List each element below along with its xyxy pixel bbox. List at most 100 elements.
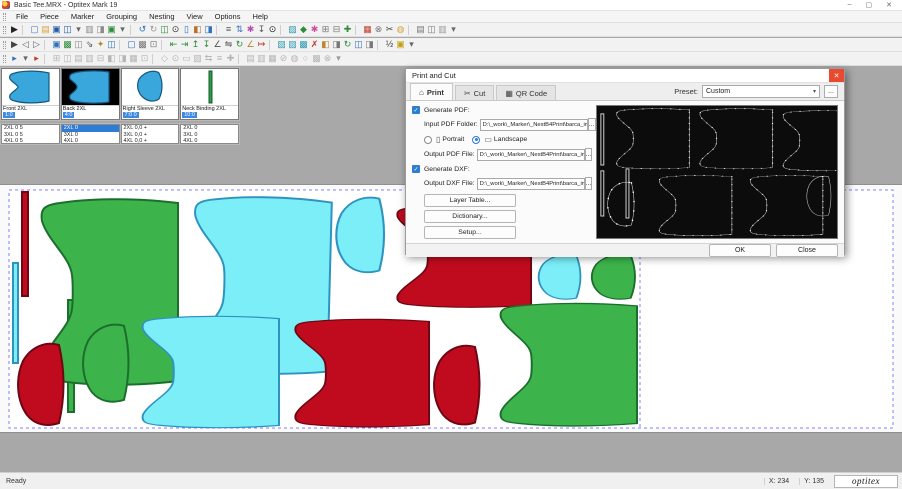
size-row[interactable]: 4XL 0 bbox=[62, 138, 119, 145]
toolbar-icon-layer-c[interactable]: ▦ bbox=[267, 53, 278, 65]
toolbar-icon-grade-copy[interactable]: ◫ bbox=[62, 53, 73, 65]
toolbar-icon-exclude[interactable]: ⊗ bbox=[373, 24, 384, 36]
output-dxf-file-field[interactable]: D:\_work\_Marker\_NestB4Print\barca_ima bbox=[477, 178, 585, 190]
menu-item-options[interactable]: Options bbox=[210, 11, 246, 22]
toolbar-icon-save[interactable]: ▣ bbox=[51, 24, 62, 36]
toolbar-icon-nest-options[interactable]: ✱ bbox=[309, 24, 320, 36]
tab-qr-code[interactable]: ▦ QR Code bbox=[496, 85, 556, 100]
browse-output-pdf-button[interactable]: ... bbox=[585, 148, 593, 161]
toolbar-icon-print-marker[interactable]: ◫ bbox=[426, 24, 437, 36]
toolbar-icon-move-down[interactable]: ↧ bbox=[201, 39, 212, 51]
menu-item-nesting[interactable]: Nesting bbox=[144, 11, 179, 22]
toolbar-icon-dropdown-arrow[interactable]: ▾ bbox=[406, 39, 417, 51]
toolbar-icon-refresh-nest[interactable]: ↻ bbox=[342, 39, 353, 51]
toolbar-icon-measure[interactable]: ◍ bbox=[395, 24, 406, 36]
toolbar-icon-lock-piece[interactable]: ◧ bbox=[320, 39, 331, 51]
toolbar-icon-dropdown-arrow[interactable]: ▾ bbox=[333, 53, 344, 65]
dialog-title-bar[interactable]: Print and Cut ✕ bbox=[406, 69, 844, 83]
piece-cell-back[interactable]: Back 2XL 4:0 bbox=[61, 68, 120, 120]
size-row[interactable]: 4XL 0 5 bbox=[2, 138, 59, 145]
toolbar-icon-grade-table[interactable]: ⊞ bbox=[51, 53, 62, 65]
layer-table-button[interactable]: Layer Table... bbox=[424, 194, 516, 207]
ok-button[interactable]: OK bbox=[709, 244, 771, 257]
toolbar-icon-drill-tool[interactable]: ⊙ bbox=[170, 53, 181, 65]
toolbar-icon-marker-sheet[interactable]: ▦ bbox=[362, 24, 373, 36]
toolbar-icon-redo[interactable]: ↻ bbox=[148, 24, 159, 36]
toolbar-icon-notch-tool[interactable]: ◇ bbox=[159, 53, 170, 65]
toolbar-icon-send-to-marker[interactable]: ◨ bbox=[203, 24, 214, 36]
toolbar-icon-ungroup-pieces[interactable]: ◨ bbox=[364, 39, 375, 51]
menu-item-grouping[interactable]: Grouping bbox=[101, 11, 142, 22]
toolbar-icon-half-piece[interactable]: ½ bbox=[384, 39, 395, 51]
toolbar-icon-zoom[interactable]: ⊙ bbox=[267, 24, 278, 36]
toolbar-icon-fabric-spread[interactable]: ▨ bbox=[287, 24, 298, 36]
toolbar-icon-grid[interactable]: ⊞ bbox=[320, 24, 331, 36]
toolbar-icon-overlap-check[interactable]: ▩ bbox=[137, 39, 148, 51]
size-row[interactable]: 4XL 0 bbox=[181, 138, 238, 145]
toolbar-icon-order-list[interactable]: ≡ bbox=[223, 24, 234, 36]
toolbar-icon-grade-report[interactable]: ▥ bbox=[84, 53, 95, 65]
piece-cell-right-sleeve[interactable]: Right Sleeve 2XL 7:0 0 bbox=[121, 68, 180, 120]
toolbar-icon-layer-cut[interactable]: ⊗ bbox=[322, 53, 333, 65]
toolbar-icon-pair-pieces[interactable]: ▩ bbox=[298, 39, 309, 51]
input-pdf-folder-field[interactable]: D:\_work\_Marker\_NestB4Print\barca_im bbox=[480, 119, 588, 131]
toolbar-icon-rotate-left[interactable]: ∠ bbox=[212, 39, 223, 51]
size-row[interactable]: 4XL 0,0 + bbox=[122, 138, 179, 145]
toolbar-icon-select-cursor[interactable]: ▶ bbox=[9, 24, 20, 36]
toolbar-grip[interactable] bbox=[3, 55, 6, 63]
toolbar-icon-trace-tool[interactable]: ▧ bbox=[192, 53, 203, 65]
toolbar-icon-save-all[interactable]: ◫ bbox=[62, 24, 73, 36]
toolbar-icon-slide-piece[interactable]: ↦ bbox=[256, 39, 267, 51]
toolbar-icon-grade-clear[interactable]: ⊟ bbox=[95, 53, 106, 65]
toolbar-icon-snap[interactable]: ⊡ bbox=[148, 39, 159, 51]
toolbar-icon-open-model[interactable]: ◧ bbox=[192, 24, 203, 36]
menu-item-help[interactable]: Help bbox=[247, 11, 272, 22]
browse-output-dxf-button[interactable]: ... bbox=[585, 177, 593, 190]
toolbar-icon-swap-tool[interactable]: ⇆ bbox=[203, 53, 214, 65]
toolbar-icon-auto-nest[interactable]: ▣ bbox=[51, 39, 62, 51]
toolbar-icon-rotate-piece[interactable]: ↻ bbox=[234, 39, 245, 51]
toolbar-icon-group-pieces[interactable]: ◫ bbox=[353, 39, 364, 51]
generate-pdf-checkbox[interactable]: ✓ bbox=[412, 106, 420, 114]
menu-item-file[interactable]: File bbox=[11, 11, 33, 22]
toolbar-icon-move-right[interactable]: ⇥ bbox=[179, 39, 190, 51]
toolbar-icon-unfold-piece[interactable]: ▨ bbox=[287, 39, 298, 51]
toolbar-icon-dropdown-arrow[interactable]: ▾ bbox=[73, 24, 84, 36]
preset-more-button[interactable]: ... bbox=[824, 85, 838, 98]
piece-cell-front[interactable]: Front 2XL 1:0 bbox=[1, 68, 60, 120]
toolbar-icon-pin-piece[interactable]: ↧ bbox=[256, 24, 267, 36]
toolbar-icon-window-view[interactable]: ▢ bbox=[126, 39, 137, 51]
minimize-icon[interactable]: – bbox=[848, 1, 852, 9]
toolbar-icon-move-up[interactable]: ↥ bbox=[190, 39, 201, 51]
menu-item-piece[interactable]: Piece bbox=[35, 11, 64, 22]
toolbar-grip[interactable] bbox=[3, 13, 6, 21]
toolbar-icon-layer-ring[interactable]: ○ bbox=[300, 53, 311, 65]
dialog-close-icon[interactable]: ✕ bbox=[829, 69, 844, 82]
toolbar-icon-align[interactable]: ⊟ bbox=[331, 24, 342, 36]
toolbar-icon-cut-tool[interactable]: ✂ bbox=[384, 24, 395, 36]
toolbar-icon-layer-b[interactable]: ▥ bbox=[256, 53, 267, 65]
toolbar-icon-dropdown-arrow[interactable]: ▾ bbox=[448, 24, 459, 36]
toolbar-icon-delete-piece[interactable]: ✗ bbox=[309, 39, 320, 51]
toolbar-icon-new-document[interactable]: ▢ bbox=[29, 24, 40, 36]
toolbar-icon-plot[interactable]: ▤ bbox=[415, 24, 426, 36]
toolbar-icon-dropdown-arrow[interactable]: ▾ bbox=[20, 53, 31, 65]
toolbar-icon-grade-right[interactable]: ◨ bbox=[117, 53, 128, 65]
maximize-icon[interactable]: ▢ bbox=[866, 1, 873, 9]
portrait-radio[interactable] bbox=[424, 136, 432, 144]
piece-cell-neck-binding[interactable]: Neck Binding 2XL 10:0 bbox=[180, 68, 239, 120]
toolbar-icon-sort-pieces[interactable]: ⇅ bbox=[234, 24, 245, 36]
toolbar-icon-layer-mix[interactable]: ▩ bbox=[311, 53, 322, 65]
setup-button[interactable]: Setup... bbox=[424, 226, 516, 239]
toolbar-icon-tools[interactable]: ✱ bbox=[245, 24, 256, 36]
toolbar-icon-step-back[interactable]: ◁ bbox=[20, 39, 31, 51]
toolbar-icon-report[interactable]: ▥ bbox=[437, 24, 448, 36]
toolbar-icon-seam-tool[interactable]: ▭ bbox=[181, 53, 192, 65]
toolbar-icon-nest-settings[interactable]: ▩ bbox=[62, 39, 73, 51]
tab-print[interactable]: ⌂ Print bbox=[410, 83, 453, 100]
toolbar-icon-layer-off[interactable]: ⊘ bbox=[278, 53, 289, 65]
toolbar-icon-list-tool[interactable]: ≡ bbox=[214, 53, 225, 65]
toolbar-icon-grade-grid[interactable]: ▦ bbox=[128, 53, 139, 65]
toolbar-icon-copy-marker[interactable]: ◫ bbox=[159, 24, 170, 36]
dictionary-button[interactable]: Dictionary... bbox=[424, 210, 516, 223]
